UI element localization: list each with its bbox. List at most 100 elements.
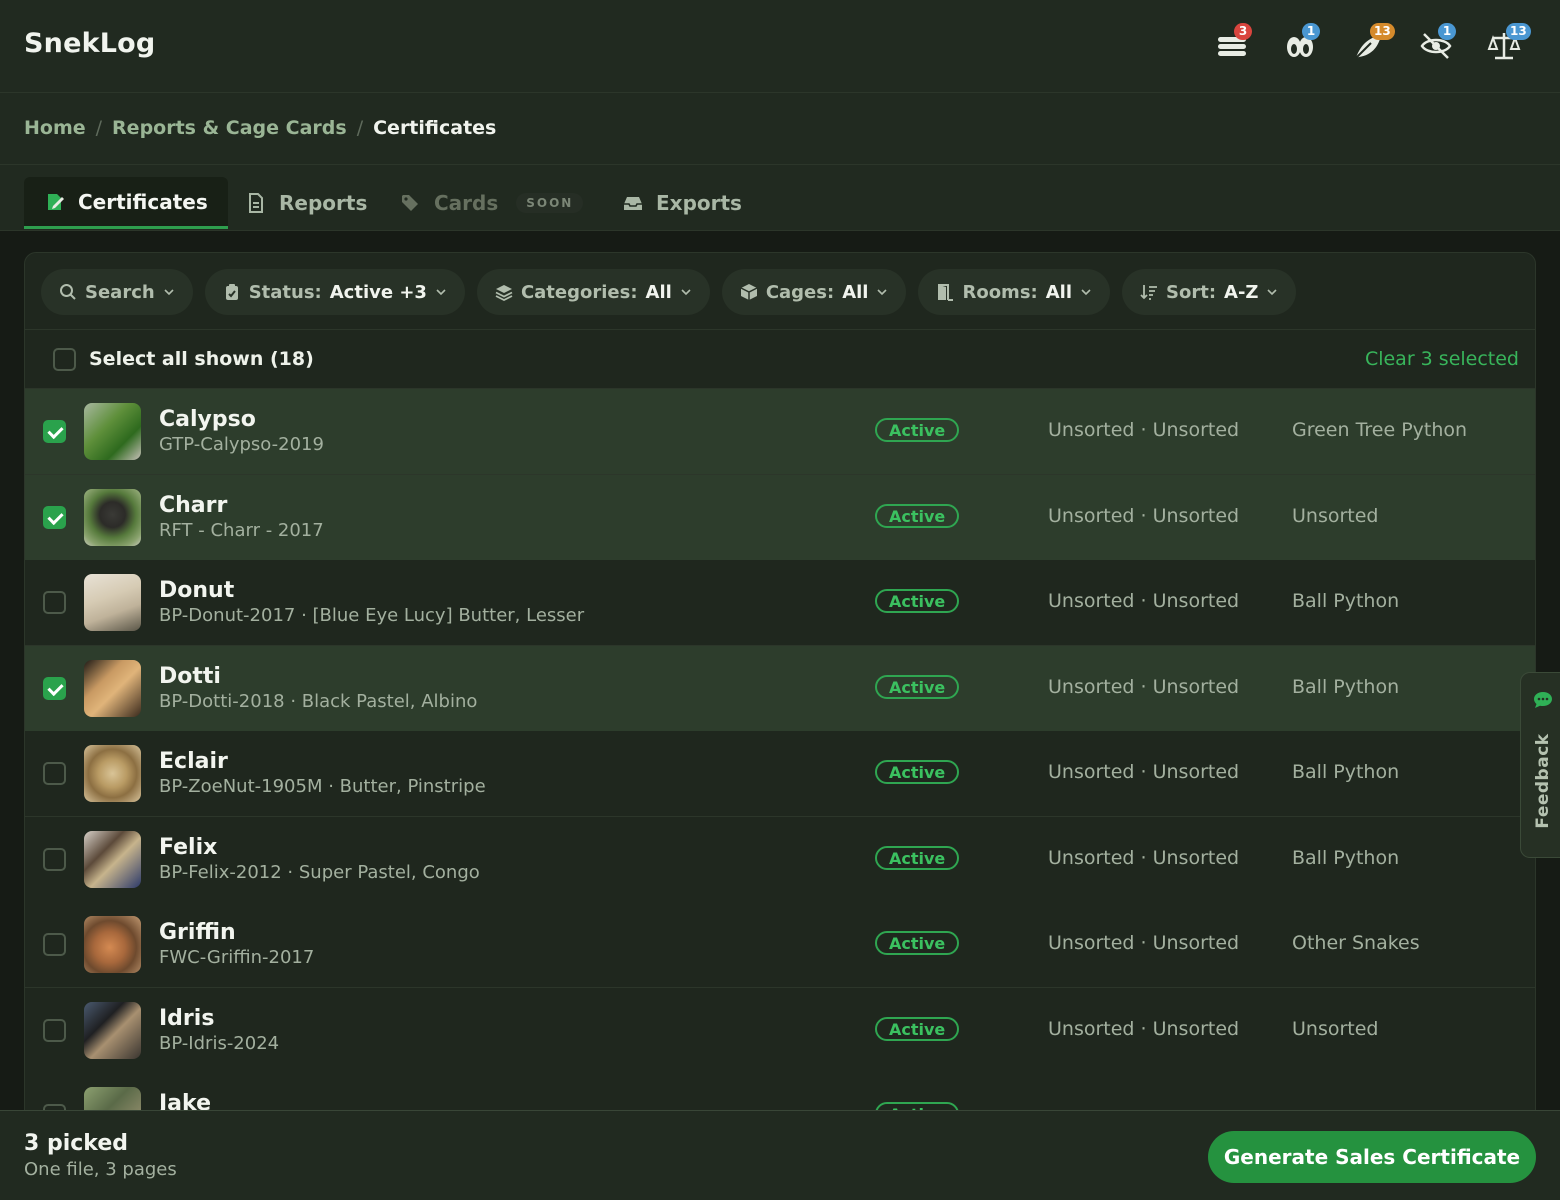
row-checkbox[interactable] <box>43 1019 66 1042</box>
categories-filter[interactable]: Categories: All <box>476 269 710 315</box>
list-item[interactable]: Idris BP-Idris-2024 Active Unsorted · Un… <box>25 988 1535 1074</box>
animal-photo <box>84 660 141 717</box>
clear-selected-link[interactable]: Clear 3 selected <box>1365 348 1519 370</box>
list-item[interactable]: Eclair BP-ZoeNut-1905M · Butter, Pinstri… <box>25 731 1535 817</box>
feedback-tab[interactable]: Feedback <box>1520 672 1560 858</box>
tab-reports[interactable]: Reports <box>225 177 387 229</box>
row-checkbox[interactable] <box>43 762 66 785</box>
animal-name: Eclair <box>159 749 228 774</box>
row-checkbox[interactable] <box>43 591 66 614</box>
animal-name: Charr <box>159 493 228 518</box>
rooms-filter[interactable]: Rooms: All <box>918 269 1111 315</box>
cages-filter-value: All <box>842 281 869 303</box>
animal-id: BP-ZoeNut-1905M · Butter, Pinstripe <box>159 776 486 797</box>
breadcrumb-bar: Home / Reports & Cage Cards / Certificat… <box>0 93 1560 165</box>
select-all-label[interactable]: Select all shown (18) <box>89 348 314 370</box>
output-summary: One file, 3 pages <box>24 1159 177 1180</box>
weight-scale-button[interactable]: 13 <box>1470 23 1538 66</box>
top-header: SnekLog 3 1 13 1 13 <box>0 0 1560 93</box>
animal-location: Unsorted · Unsorted <box>1048 932 1240 954</box>
status-filter[interactable]: Status: Active +3 <box>204 269 465 315</box>
animal-category: Green Tree Python <box>1292 419 1468 441</box>
sort-icon <box>1140 285 1158 300</box>
clipboard-check-icon <box>225 284 238 300</box>
animal-name: Donut <box>159 578 235 603</box>
animal-location: Unsorted · Unsorted <box>1048 676 1240 698</box>
status-badge: Active <box>875 504 960 528</box>
generate-certificate-button[interactable]: Generate Sales Certificate <box>1208 1131 1536 1183</box>
app-logo[interactable]: SnekLog <box>24 28 155 59</box>
cages-filter[interactable]: Cages: All <box>721 269 907 315</box>
chat-bubble-icon <box>1534 692 1552 708</box>
animal-name: Calypso <box>159 407 256 432</box>
door-open-icon <box>938 284 954 301</box>
pairing-badge: 1 <box>1302 23 1320 40</box>
row-checkbox[interactable] <box>43 677 66 700</box>
breadcrumb-separator: / <box>95 117 103 139</box>
animal-photo <box>84 916 141 973</box>
animal-id: BP-Dotti-2018 · Black Pastel, Albino <box>159 691 478 712</box>
animal-id: RFT - Charr - 2017 <box>159 520 324 541</box>
list-item[interactable]: Dotti BP-Dotti-2018 · Black Pastel, Albi… <box>25 646 1535 732</box>
categories-filter-value: All <box>645 281 672 303</box>
tab-reports-label: Reports <box>279 191 368 215</box>
animal-photo <box>84 745 141 802</box>
box-icon <box>740 284 758 300</box>
pairing-button[interactable]: 1 <box>1266 23 1334 66</box>
animal-name: Idris <box>159 1006 215 1031</box>
tab-bar: Certificates Reports Cards SOON Exports <box>0 165 1560 231</box>
animal-location: Unsorted · Unsorted <box>1048 505 1240 527</box>
animal-location: Unsorted · Unsorted <box>1048 1018 1240 1040</box>
list-item[interactable]: Griffin FWC-Griffin-2017 Active Unsorted… <box>25 902 1535 988</box>
row-checkbox[interactable] <box>43 506 66 529</box>
shed-button[interactable]: 13 <box>1334 23 1402 66</box>
chevron-down-icon <box>164 289 174 296</box>
feeding-stack-button[interactable]: 3 <box>1198 23 1266 66</box>
feeding-badge: 3 <box>1234 23 1252 40</box>
tab-exports[interactable]: Exports <box>602 177 762 229</box>
row-checkbox[interactable] <box>43 848 66 871</box>
rooms-filter-label: Rooms: <box>962 281 1038 303</box>
list-item[interactable]: Charr RFT - Charr - 2017 Active Unsorted… <box>25 475 1535 561</box>
tab-exports-label: Exports <box>656 191 742 215</box>
animal-location: Unsorted · Unsorted <box>1048 761 1240 783</box>
status-filter-value: Active +3 <box>329 281 427 303</box>
tab-certificates[interactable]: Certificates <box>24 177 228 229</box>
filter-bar: Search Status: Active +3 Categories: All C… <box>41 269 1297 315</box>
select-all-checkbox[interactable] <box>53 348 76 371</box>
animal-name: Dotti <box>159 664 221 689</box>
list-item[interactable]: Calypso GTP-Calypso-2019 Active Unsorted… <box>25 389 1535 475</box>
animal-location: Unsorted · Unsorted <box>1048 590 1240 612</box>
animal-category: Ball Python <box>1292 590 1400 612</box>
weight-badge: 13 <box>1506 23 1531 40</box>
select-all-row: Select all shown (18) Clear 3 selected <box>25 329 1535 389</box>
search-filter[interactable]: Search <box>41 269 193 315</box>
animal-category: Ball Python <box>1292 847 1400 869</box>
rooms-filter-value: All <box>1045 281 1073 303</box>
animal-id: FWC-Griffin-2017 <box>159 947 315 968</box>
row-checkbox[interactable] <box>43 933 66 956</box>
tab-certificates-label: Certificates <box>78 189 208 214</box>
hidden-button[interactable]: 1 <box>1402 23 1470 66</box>
animal-name: Felix <box>159 835 218 860</box>
hidden-badge: 1 <box>1438 23 1456 40</box>
picked-count: 3 picked <box>24 1131 129 1156</box>
status-badge: Active <box>875 675 960 699</box>
status-filter-label: Status: <box>248 281 322 303</box>
list-item[interactable]: Felix BP-Felix-2012 · Super Pastel, Cong… <box>25 817 1535 903</box>
certificate-edit-icon <box>48 193 64 210</box>
sort-filter[interactable]: Sort: A-Z <box>1122 269 1297 315</box>
status-badge: Active <box>875 846 960 870</box>
row-checkbox[interactable] <box>43 420 66 443</box>
animal-category: Ball Python <box>1292 676 1400 698</box>
list-item[interactable]: Donut BP-Donut-2017 · [Blue Eye Lucy] Bu… <box>25 560 1535 646</box>
breadcrumb-reports[interactable]: Reports & Cage Cards <box>112 117 347 139</box>
breadcrumb-home[interactable]: Home <box>24 117 86 139</box>
chevron-down-icon <box>1081 289 1091 296</box>
status-badge: Active <box>875 589 960 613</box>
animal-photo <box>84 831 141 888</box>
shed-badge: 13 <box>1370 23 1395 40</box>
animal-category: Unsorted <box>1292 1018 1379 1040</box>
breadcrumb-current: Certificates <box>373 117 497 139</box>
animal-name: Griffin <box>159 920 236 945</box>
